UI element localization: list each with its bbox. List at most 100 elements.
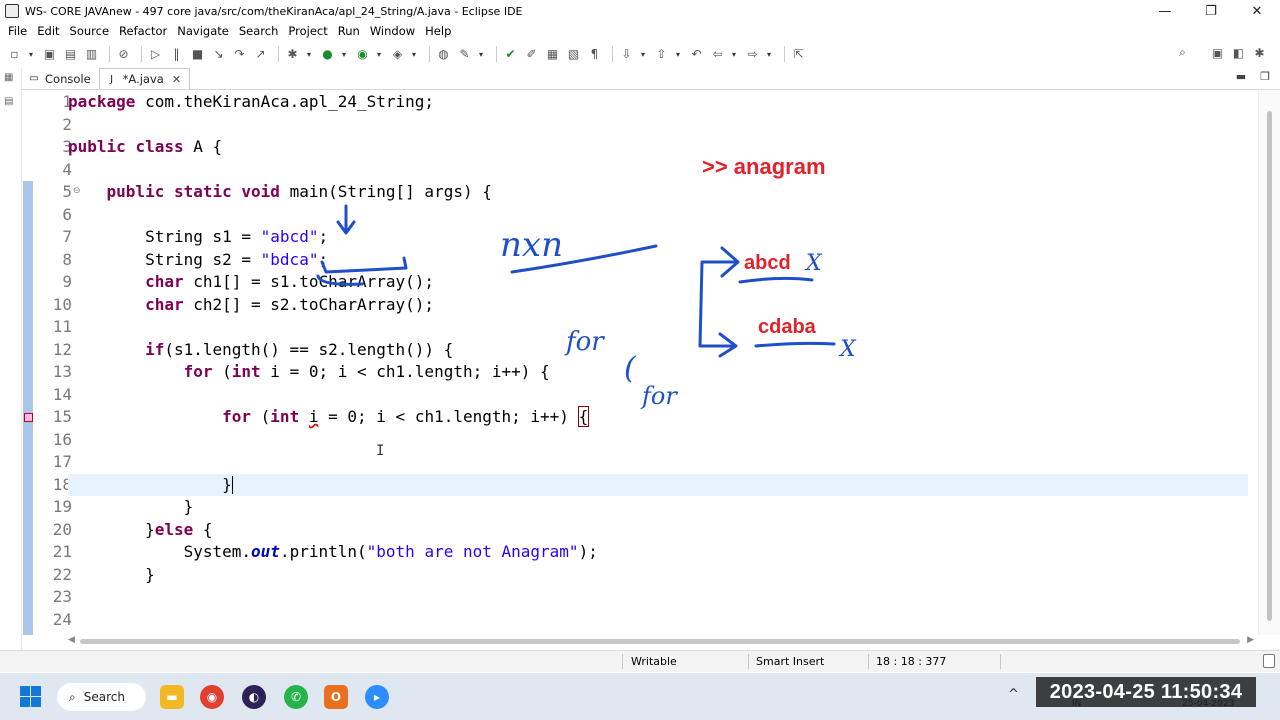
- new-dropdown-icon[interactable]: ▾: [27, 46, 35, 63]
- back-icon[interactable]: ⇦: [709, 46, 726, 63]
- word-wrap-icon[interactable]: ▧: [565, 46, 582, 63]
- code-text: ;: [318, 249, 329, 269]
- line-number: 5: [62, 182, 72, 201]
- file-explorer-icon[interactable]: ▬: [160, 685, 184, 709]
- toolbar-separator: [429, 46, 430, 62]
- taskbar-search-box[interactable]: ⌕ Search: [57, 683, 146, 711]
- external-tools-icon[interactable]: ◈: [389, 46, 406, 63]
- run-dropdown-icon[interactable]: ▾: [340, 46, 348, 63]
- save-all-icon[interactable]: ▤: [62, 46, 79, 63]
- line-number: 7: [62, 227, 72, 246]
- terminate-icon[interactable]: ■: [189, 46, 206, 63]
- show-whitespace-icon[interactable]: ¶: [586, 46, 603, 63]
- maximize-button[interactable]: ❐: [1188, 0, 1234, 22]
- status-insert-mode[interactable]: Smart Insert: [756, 655, 824, 668]
- open-perspective-icon[interactable]: ▣: [1209, 44, 1226, 61]
- resume-icon[interactable]: ▷: [147, 46, 164, 63]
- run-icon[interactable]: ●: [319, 46, 336, 63]
- menu-help[interactable]: Help: [420, 24, 456, 38]
- windows-start-icon[interactable]: [20, 686, 41, 707]
- external-tools-dropdown-icon[interactable]: ▾: [410, 46, 418, 63]
- next-annotation-dropdown-icon[interactable]: ▾: [639, 46, 647, 63]
- debug-perspective-icon[interactable]: ✱: [1251, 44, 1268, 61]
- search-icon[interactable]: ⌕: [1174, 44, 1191, 61]
- status-cursor-position[interactable]: 18 : 18 : 377: [876, 655, 946, 668]
- code-editor[interactable]: 1 2 3 4 5 6 7 8 9 10 11 12 13 14 15 16 1…: [22, 91, 1258, 635]
- line-number: 21: [52, 542, 72, 561]
- menu-window[interactable]: Window: [365, 24, 420, 38]
- overview-ruler: [22, 91, 35, 635]
- java-perspective-icon[interactable]: ◧: [1230, 44, 1247, 61]
- tab-a-java[interactable]: J *A.java ✕: [98, 68, 191, 89]
- outlook-icon[interactable]: O: [324, 685, 348, 709]
- skip-breakpoints-icon[interactable]: ⊘: [115, 46, 132, 63]
- horizontal-scrollbar[interactable]: ◀ ▶: [68, 635, 1254, 648]
- whatsapp-icon[interactable]: ✆: [284, 685, 308, 709]
- close-tab-icon[interactable]: ✕: [172, 73, 181, 86]
- prev-annotation-dropdown-icon[interactable]: ▾: [674, 46, 682, 63]
- search-tool-icon[interactable]: ✎: [456, 46, 473, 63]
- line-number: 19: [52, 497, 72, 516]
- print-icon[interactable]: ▥: [83, 46, 100, 63]
- minimize-button[interactable]: —: [1142, 0, 1188, 22]
- status-separator: [1000, 654, 1001, 669]
- keyword: void: [241, 182, 280, 201]
- coverage-dropdown-icon[interactable]: ▾: [375, 46, 383, 63]
- code-text: }: [68, 519, 155, 539]
- code-text: (s1.length() == s2.length()) {: [164, 339, 454, 359]
- menu-source[interactable]: Source: [65, 24, 115, 38]
- code-line-7: String s1 = "abcd";: [68, 226, 328, 249]
- close-button[interactable]: ✕: [1234, 0, 1280, 22]
- minimize-view-icon[interactable]: ▬: [1236, 70, 1246, 83]
- search-tool-dropdown-icon[interactable]: ▾: [477, 46, 485, 63]
- tab-console[interactable]: ▭ Console: [22, 68, 99, 89]
- package-explorer-icon[interactable]: ▤: [4, 96, 18, 110]
- toggle-block-icon[interactable]: ▦: [544, 46, 561, 63]
- menu-navigate[interactable]: Navigate: [172, 24, 234, 38]
- pin-editor-icon[interactable]: ⇱: [790, 46, 807, 63]
- vertical-scrollbar[interactable]: [1258, 91, 1280, 635]
- menu-search[interactable]: Search: [234, 24, 284, 38]
- string-literal: "both are not Anagram": [366, 542, 579, 561]
- toggle-highlight-icon[interactable]: ✐: [523, 46, 540, 63]
- horizontal-scroll-thumb[interactable]: [80, 639, 1240, 644]
- forward-dropdown-icon[interactable]: ▾: [765, 46, 773, 63]
- maximize-view-icon[interactable]: ❐: [1260, 70, 1270, 83]
- save-icon[interactable]: ▣: [41, 46, 58, 63]
- forward-icon[interactable]: ⇨: [744, 46, 761, 63]
- scroll-left-icon[interactable]: ◀: [68, 635, 75, 645]
- step-into-icon[interactable]: ↘: [210, 46, 227, 63]
- chrome-icon[interactable]: ◉: [200, 685, 224, 709]
- code-line-8: String s2 = "bdca";: [68, 249, 328, 272]
- debug-icon[interactable]: ✱: [284, 46, 301, 63]
- vertical-scroll-thumb[interactable]: [1267, 111, 1272, 621]
- menu-edit[interactable]: Edit: [32, 24, 64, 38]
- debug-dropdown-icon[interactable]: ▾: [305, 46, 313, 63]
- warning-marker-icon[interactable]: [24, 413, 33, 422]
- step-return-icon[interactable]: ↗: [252, 46, 269, 63]
- step-over-icon[interactable]: ↷: [231, 46, 248, 63]
- new-icon[interactable]: ▫: [6, 46, 23, 63]
- last-edit-icon[interactable]: ↶: [688, 46, 705, 63]
- coverage-icon[interactable]: ◉: [354, 46, 371, 63]
- restore-view-icon[interactable]: ▦: [4, 72, 18, 86]
- toolbar-separator: [141, 46, 142, 62]
- back-dropdown-icon[interactable]: ▾: [730, 46, 738, 63]
- prev-annotation-icon[interactable]: ⇧: [653, 46, 670, 63]
- keyword: else: [154, 519, 194, 539]
- menu-run[interactable]: Run: [333, 24, 365, 38]
- open-type-icon[interactable]: ◍: [435, 46, 452, 63]
- toggle-mark-icon[interactable]: ✔: [502, 46, 519, 63]
- left-trim-bar: ▦ ▤: [0, 68, 22, 650]
- menu-refactor[interactable]: Refactor: [114, 24, 172, 38]
- next-annotation-icon[interactable]: ⇩: [618, 46, 635, 63]
- eclipse-icon[interactable]: ◐: [242, 685, 266, 709]
- menu-project[interactable]: Project: [283, 24, 332, 38]
- zoom-icon[interactable]: ▸: [365, 685, 389, 709]
- progress-view-icon[interactable]: [1263, 654, 1275, 668]
- suspend-icon[interactable]: ‖: [168, 46, 185, 63]
- tray-overflow-icon[interactable]: ^: [1008, 687, 1019, 702]
- scroll-right-icon[interactable]: ▶: [1247, 635, 1254, 645]
- code-text: (: [251, 407, 271, 426]
- menu-file[interactable]: File: [3, 24, 32, 38]
